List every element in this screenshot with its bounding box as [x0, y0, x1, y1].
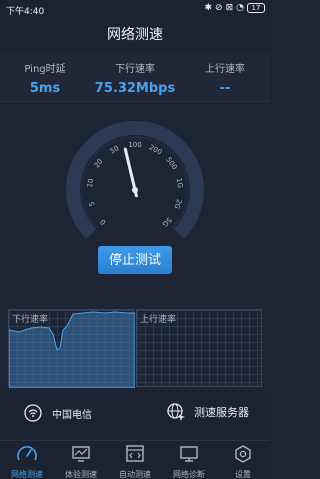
gauge-tick-label: 20 — [93, 158, 105, 170]
mute-icon: ⊘ — [215, 3, 223, 13]
download-graph-label: 下行速率 — [12, 315, 49, 325]
gauge-tick-label: 1G — [175, 177, 184, 188]
metric-upload-value: -- — [219, 81, 231, 96]
gauge-tick-label: 100 — [128, 141, 141, 149]
metric-download-label: 下行速率 — [115, 64, 155, 75]
metric-ping: Ping时延 5ms — [0, 52, 90, 101]
gauge-hub — [132, 187, 138, 193]
tab-network-diagnosis[interactable]: 网络诊断 — [162, 441, 216, 479]
tab-settings-label: 设置 — [235, 470, 251, 479]
speed-graphs: 下行速率 上行速率 — [8, 309, 262, 388]
tab-auto-test[interactable]: 自动测速 — [108, 441, 162, 479]
gauge-svg: 0 5 10 20 50 100 200500 1G 2G 5G — [66, 121, 204, 239]
gauge-tick-label: 5 — [88, 201, 97, 208]
metric-upload-label: 上行速率 — [205, 64, 245, 75]
gauge-tick-label: 50 — [109, 144, 121, 155]
gauge-tick-label: 5G — [160, 215, 173, 228]
wifi-circle-icon — [24, 404, 42, 422]
metric-ping-label: Ping时延 — [24, 64, 66, 75]
download-graph: 下行速率 — [8, 309, 135, 388]
speed-gauge: 0 5 10 20 50 100 200 500 1G 2G 5G — [0, 110, 270, 250]
carrier-name: 中国电信 — [52, 409, 92, 421]
gauge-tick-label: 200 — [148, 143, 164, 156]
monitor-chart-icon — [72, 446, 90, 462]
status-bar: 下午4:40 ✱ ⊘ ⊠ ◔ 17 — [0, 0, 270, 18]
carrier-info: 中国电信 — [24, 404, 92, 422]
desktop-icon — [180, 446, 198, 462]
gauge-tick-label: 10 — [86, 178, 95, 188]
gauge-tick-label: 0 — [99, 217, 108, 226]
bluetooth-icon: ✱ — [204, 3, 213, 13]
tab-speed-test[interactable]: 网络测速 — [0, 441, 54, 479]
speed-server-label: 测速服务器 — [194, 406, 249, 419]
metric-upload: 上行速率 -- — [180, 52, 270, 101]
code-window-icon — [126, 445, 144, 462]
wifi-icon: ◔ — [236, 3, 244, 13]
speedometer-icon — [17, 446, 37, 461]
gauge-tick-label: 2G — [172, 198, 183, 210]
tab-settings[interactable]: 设置 — [216, 441, 270, 479]
speed-server-button[interactable]: 测速服务器 — [166, 402, 249, 422]
signal-x-icon: ⊠ — [225, 3, 234, 13]
tab-experience-test-label: 体验测速 — [65, 470, 97, 479]
status-time: 下午4:40 — [6, 7, 45, 17]
metric-ping-value: 5ms — [29, 81, 61, 96]
battery-icon: 17 — [247, 3, 265, 13]
page-title: 网络测速 — [107, 27, 163, 43]
bottom-tab-bar: 网络测速 体验测速 自动测速 网络诊断 设置 — [0, 440, 270, 479]
stop-test-button[interactable]: 停止测试 — [98, 246, 172, 274]
gauge-tick-label: 500 — [164, 156, 178, 172]
gear-icon — [235, 445, 251, 463]
upload-graph: 上行速率 — [136, 309, 262, 387]
gauge-inner-ring — [81, 136, 189, 228]
info-bar: 中国电信 测速服务器 — [0, 390, 270, 440]
title-bar: 网络测速 — [0, 18, 270, 52]
tab-experience-test[interactable]: 体验测速 — [54, 441, 108, 479]
status-icons: ✱ ⊘ ⊠ ◔ 17 — [204, 3, 265, 13]
tab-speed-test-label: 网络测速 — [11, 470, 43, 479]
tab-auto-test-label: 自动测速 — [119, 470, 151, 479]
metric-download: 下行速率 75.32Mbps — [90, 52, 180, 101]
upload-graph-label: 上行速率 — [140, 315, 177, 325]
metric-download-value: 75.32Mbps — [94, 81, 176, 96]
metrics-panel: Ping时延 5ms 下行速率 75.32Mbps 上行速率 -- — [0, 52, 270, 102]
tab-network-diagnosis-label: 网络诊断 — [173, 470, 205, 479]
globe-cursor-icon — [167, 403, 185, 421]
